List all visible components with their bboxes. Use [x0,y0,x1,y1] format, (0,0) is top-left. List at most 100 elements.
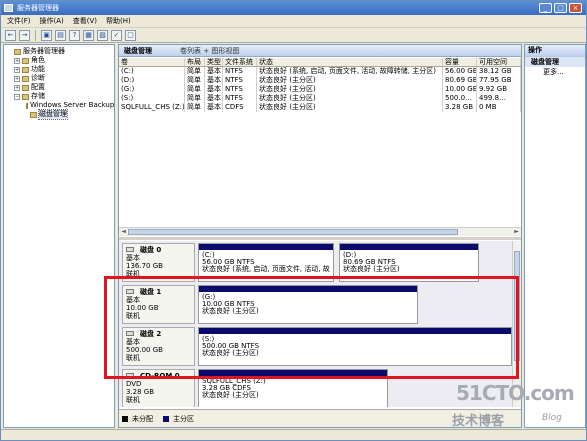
tree-item[interactable]: Windows Server Backup [6,101,114,110]
tree-item[interactable]: + 角色 [6,56,112,65]
scroll-thumb[interactable] [128,229,458,235]
column-header[interactable]: 卷 [119,58,185,66]
menu-help[interactable]: 帮助(H) [106,16,131,26]
folder-icon [26,102,28,109]
view-mode-label: 卷列表 + 图形视图 [180,46,240,55]
expander-icon[interactable]: + [14,84,20,91]
menu-action[interactable]: 操作(A) [40,16,64,26]
table-cell: 500.0… [443,94,477,103]
table-cell: 状态良好 (主分区) [257,76,443,85]
pane-splitter[interactable] [119,237,521,240]
folder-icon [22,93,29,100]
disk-type: 基本 [126,254,140,262]
table-cell: 基本 [207,103,223,112]
watermark-blog-cn: 技术博客 [452,414,505,429]
table-cell: 简单 [185,94,205,103]
table-cell: (G:) [119,85,185,94]
partition-text: 状态良好 (主分区) [202,391,259,399]
table-cell: (D:) [119,76,185,85]
actions-section-disk-management[interactable]: 磁盘管理 [525,56,585,67]
table-cell: 基本 [207,67,223,76]
table-cell: 简单 [185,85,205,94]
horizontal-scrollbar[interactable]: ◄ ► [119,227,521,236]
expander-icon[interactable]: + [14,57,20,64]
watermark-site: 51CTO.com [456,381,575,405]
properties-button[interactable]: ▦ [83,29,94,41]
legend-label: 未分配 [132,414,153,423]
app-icon [4,4,13,12]
table-cell: 3.28 GB [443,103,477,112]
tree-item-label: 磁盘管理 [38,109,68,120]
expander-icon[interactable]: + [14,66,20,73]
table-cell: 基本 [207,76,223,85]
table-cell: 简单 [185,103,205,112]
table-cell: 56.00 GB [445,67,477,76]
status-bar [1,429,586,440]
back-button[interactable]: ← [5,29,16,41]
volume-list-header: 卷布局 类型 文件系统 状态 容量 可用空间 [119,58,521,67]
folder-icon [22,66,29,73]
table-row[interactable]: (S:) 简单 基本 NTFS 状态良好 (主分区) 500.0… 499.8… [119,94,521,103]
expander-icon[interactable]: + [14,75,20,82]
expander-icon[interactable]: − [14,93,20,100]
table-cell: 499.8… [477,94,521,103]
table-cell: 状态良好 (主分区) [257,103,443,112]
disk-size: 3.28 GB [126,388,155,396]
menu-view[interactable]: 查看(V) [73,16,97,26]
table-cell: 简单 [185,67,205,76]
disk-type: DVD [126,380,142,388]
partition-text: 状态良好 (系统, 启动, 页面文件, 活动, 故 [202,265,330,273]
column-header[interactable]: 容量 [443,58,477,66]
table-cell: NTFS [223,76,257,85]
tree-item-label: 功能 [31,65,45,73]
table-row[interactable]: (C:) 简单 基本 NTFS 状态良好 (系统, 启动, 页面文件, 活动, 故障转储… [119,67,521,76]
table-row[interactable]: (D:) 简单 基本 NTFS 状态良好 (主分区) 80.69 GB 77.95 GB [119,76,521,85]
column-header[interactable]: 类型 [205,58,223,66]
scroll-right-icon[interactable]: ► [512,228,521,236]
show-tree-button[interactable]: ▤ [55,29,66,41]
tree-item[interactable]: + 配置 [6,83,112,92]
menu-bar: 文件(F) 操作(A) 查看(V) 帮助(H) [1,15,586,28]
page-title: 磁盘管理 [124,46,152,55]
column-header[interactable]: 状态 [257,58,443,66]
more-actions-link[interactable]: 更多... [525,67,585,78]
column-header[interactable]: 布局 [185,58,205,66]
forward-button[interactable]: → [19,29,30,41]
table-row[interactable]: (G:) 简单 基本 NTFS 状态良好 (主分区) 10.00 GB 9.92 GB [119,85,521,94]
maximize-button[interactable]: □ [554,3,567,13]
table-cell: 状态良好 (主分区) [257,85,443,94]
column-header[interactable]: 文件系统 [223,58,257,66]
table-cell: 38.12 GB [477,67,521,76]
tree-item[interactable]: + 功能 [6,65,112,74]
table-cell: 80.69 GB [445,76,477,85]
table-cell: 简单 [185,76,205,85]
up-button[interactable]: ▣ [41,29,52,41]
disk-size: 136.70 GB [126,262,163,270]
watermark-blog-en: Blog [542,413,562,423]
view-button[interactable]: ▢ [125,29,136,41]
table-cell: SQLFULL_CHS (Z:) [121,103,185,112]
menu-file[interactable]: 文件(F) [7,16,31,26]
tree-item-label: 配置 [31,83,45,91]
folder-icon [22,75,29,82]
window-title: 服务器管理器 [17,4,59,12]
minimize-button[interactable]: _ [539,3,552,13]
tree-item[interactable]: 服务器管理器 [6,47,112,56]
toolbar-separator [35,29,36,41]
table-row[interactable]: SQLFULL_CHS (Z:) 简单 基本 CDFS 状态良好 (主分区) 3.28 G… [119,103,521,112]
tree-item[interactable]: − 存储 [6,92,112,101]
help-button[interactable]: ? [69,29,80,41]
export-button[interactable]: ▧ [97,29,108,41]
check-button[interactable]: ✓ [111,29,122,41]
actions-header: 操作 [525,45,585,56]
folder-icon [14,48,21,55]
title-bar[interactable]: 服务器管理器 _ □ × [1,1,586,15]
tree-item[interactable]: 磁盘管理 [6,109,112,120]
scroll-left-icon[interactable]: ◄ [119,228,128,236]
column-header[interactable]: 可用空间 [477,58,521,66]
close-button[interactable]: × [569,3,582,13]
tree-item[interactable]: + 诊断 [6,74,112,83]
tree-item-label: 诊断 [31,74,45,82]
table-cell: CDFS [223,103,257,112]
volume-list: 卷布局 类型 文件系统 状态 容量 可用空间 (C:) 简单 基本 NTFS 状态良好 (系统, … [119,58,521,238]
